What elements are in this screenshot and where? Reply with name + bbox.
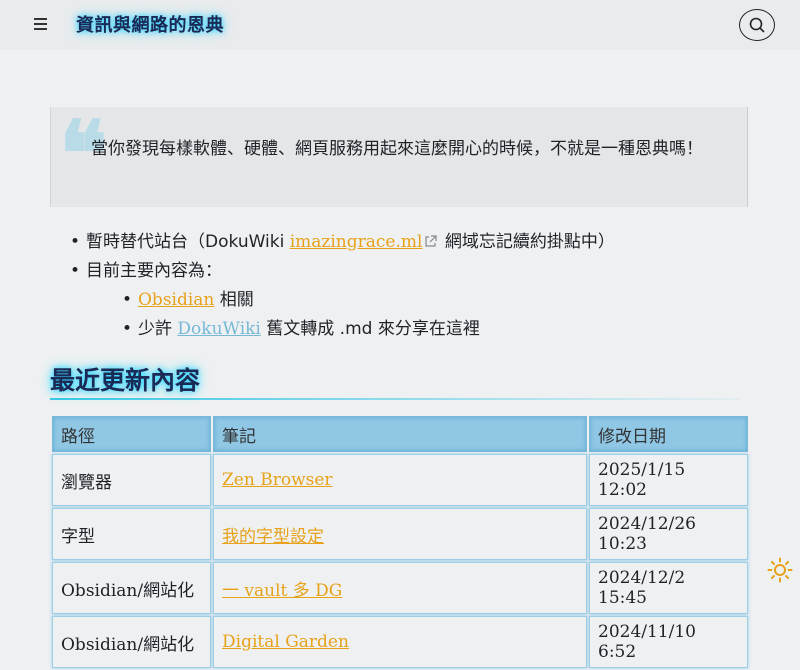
row-path: 瀏覽器	[52, 454, 211, 506]
table-header-row: 路徑 筆記 修改日期	[52, 416, 748, 452]
recent-updates-table: 路徑 筆記 修改日期 瀏覽器 Zen Browser 2025/1/15 12:…	[50, 414, 750, 670]
row-path: 字型	[52, 508, 211, 560]
intro-quote: ❝ 當你發現每樣軟體、硬體、網頁服務用起來這麼開心的時候，不就是一種恩典嗎！	[50, 107, 748, 207]
note-link[interactable]: Zen Browser	[222, 470, 333, 490]
site-title[interactable]: 資訊與網路的恩典	[76, 11, 224, 37]
sub-list: Obsidian 相關 少許 DokuWiki 舊文轉成 .md 來分享在這裡	[86, 286, 615, 344]
table-row: 字型 我的字型設定 2024/12/26 10:23	[52, 508, 748, 560]
row-note: Digital Garden	[213, 616, 587, 668]
row-path: Obsidian/網站化	[52, 616, 211, 668]
column-header-date[interactable]: 修改日期	[589, 416, 748, 452]
row-note: Zen Browser	[213, 454, 587, 506]
table-row: 瀏覽器 Zen Browser 2025/1/15 12:02	[52, 454, 748, 506]
table-row: Obsidian/網站化 Digital Garden 2024/11/10 6…	[52, 616, 748, 668]
list-item-text: 目前主要內容為：	[86, 261, 222, 281]
info-list: 暫時替代站台（DokuWiki imazingrace.ml 網域忘記續約掛點中…	[70, 228, 615, 344]
list-item-text: 少許	[138, 319, 178, 339]
list-item-text: 暫時替代站台（DokuWiki	[86, 232, 290, 252]
list-item: Obsidian 相關	[122, 286, 615, 315]
row-note: 我的字型設定	[213, 508, 587, 560]
row-note: 一 vault 多 DG	[213, 562, 587, 614]
row-date: 2024/12/2 15:45	[589, 562, 748, 614]
imazingrace-link[interactable]: imazingrace.ml	[290, 232, 423, 252]
dokuwiki-link[interactable]: DokuWiki	[177, 319, 260, 339]
search-button[interactable]	[739, 9, 775, 41]
section-title: 最近更新內容	[50, 366, 201, 395]
list-item-text: 舊文轉成 .md 來分享在這裡	[260, 319, 480, 339]
row-path: Obsidian/網站化	[52, 562, 211, 614]
sun-icon	[767, 557, 793, 583]
table-row: Obsidian/網站化 一 vault 多 DG 2024/12/2 15:4…	[52, 562, 748, 614]
note-link[interactable]: Digital Garden	[222, 632, 349, 652]
theme-toggle-button[interactable]	[766, 556, 794, 584]
top-bar: 資訊與網路的恩典	[0, 0, 800, 50]
obsidian-link[interactable]: Obsidian	[138, 290, 214, 310]
list-item-text: 相關	[214, 290, 254, 310]
row-date: 2025/1/15 12:02	[589, 454, 748, 506]
list-item: 暫時替代站台（DokuWiki imazingrace.ml 網域忘記續約掛點中…	[70, 228, 615, 257]
row-date: 2024/12/26 10:23	[589, 508, 748, 560]
section-divider	[50, 398, 740, 400]
external-link-icon	[425, 235, 438, 247]
list-item: 少許 DokuWiki 舊文轉成 .md 來分享在這裡	[122, 315, 615, 344]
note-link[interactable]: 我的字型設定	[222, 527, 324, 547]
row-date: 2024/11/10 6:52	[589, 616, 748, 668]
list-item: 目前主要內容為： Obsidian 相關 少許 DokuWiki 舊文轉成 .m…	[70, 257, 615, 344]
search-icon	[749, 17, 765, 33]
column-header-path[interactable]: 路徑	[52, 416, 211, 452]
column-header-note[interactable]: 筆記	[213, 416, 587, 452]
quote-text: 當你發現每樣軟體、硬體、網頁服務用起來這麼開心的時候，不就是一種恩典嗎！	[91, 139, 703, 159]
menu-icon[interactable]	[30, 13, 52, 35]
list-item-text: 網域忘記續約掛點中）	[439, 232, 615, 252]
note-link[interactable]: 一 vault 多 DG	[222, 581, 342, 601]
